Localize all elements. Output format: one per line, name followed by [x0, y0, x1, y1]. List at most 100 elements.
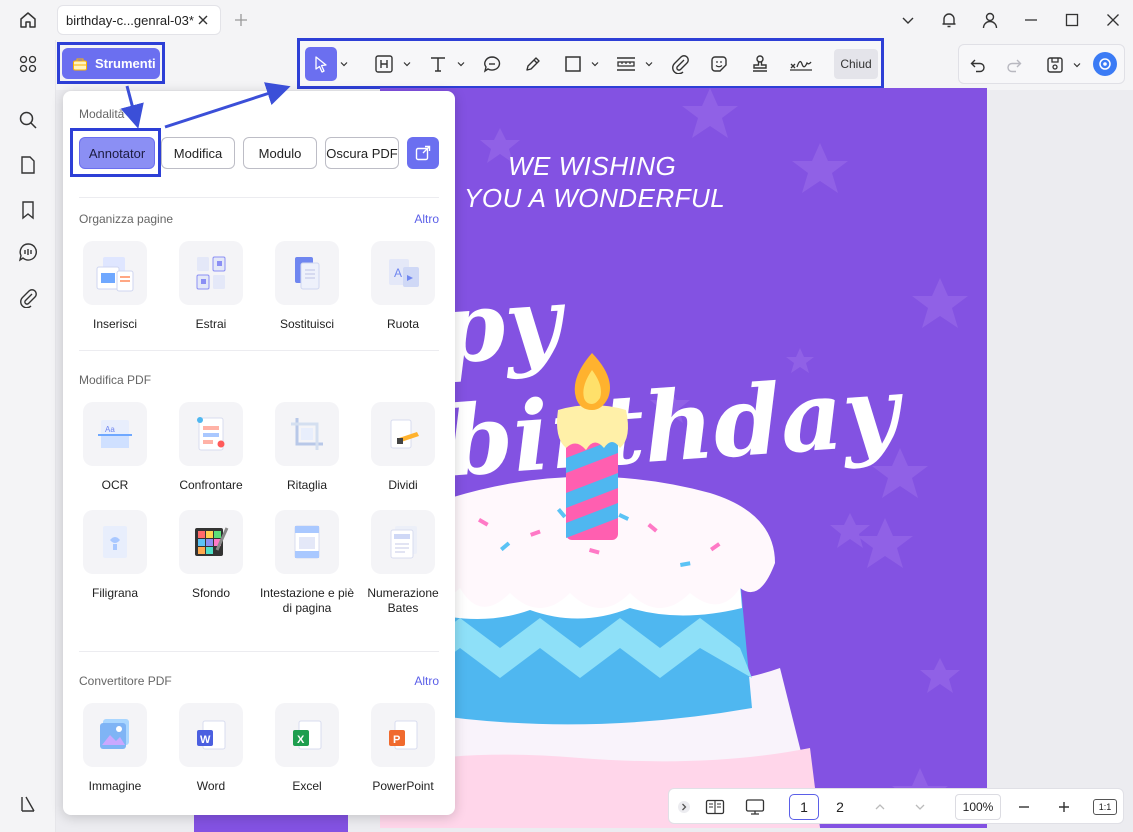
- divider: [79, 350, 439, 351]
- tool-label: Numerazione Bates: [367, 586, 439, 615]
- extract-pages-icon: [196, 256, 226, 290]
- save-icon[interactable]: [1045, 55, 1065, 75]
- tool-sostituisci[interactable]: Sostituisci: [259, 241, 355, 332]
- chevron-down-icon[interactable]: [645, 60, 653, 68]
- page-2-button[interactable]: 2: [825, 794, 855, 820]
- zoom-level[interactable]: 100%: [955, 794, 1001, 820]
- mode-modulo-button[interactable]: Modulo: [243, 137, 317, 169]
- sticker-tool[interactable]: [706, 47, 732, 81]
- tool-label: Confrontare: [179, 478, 243, 492]
- tool-label: Excel: [292, 779, 322, 793]
- comments-icon[interactable]: [14, 238, 42, 266]
- document-tab[interactable]: birthday-c...genral-03*: [57, 5, 221, 35]
- chevron-down-icon[interactable]: [340, 60, 348, 68]
- svg-text:A: A: [394, 266, 402, 280]
- zoom-in-icon[interactable]: [1053, 794, 1075, 820]
- tool-intestazione[interactable]: Intestazione e piè di pagina: [259, 510, 355, 616]
- mode-modifica-button[interactable]: Modifica: [161, 137, 235, 169]
- close-tools-button[interactable]: Chiud: [834, 49, 878, 79]
- chevron-down-icon[interactable]: [457, 60, 465, 68]
- insert-pages-icon: [96, 257, 134, 292]
- stamp-tool[interactable]: [747, 47, 773, 81]
- attachment-icon[interactable]: [14, 284, 42, 312]
- maximize-icon[interactable]: [1051, 0, 1092, 40]
- signature-tool[interactable]: [786, 47, 816, 81]
- next-page-icon[interactable]: [909, 794, 931, 820]
- highlighter-h-icon: [375, 55, 393, 73]
- strumenti-button[interactable]: Strumenti: [62, 48, 160, 79]
- search-icon[interactable]: [14, 106, 42, 134]
- svg-text:Aa: Aa: [105, 425, 115, 434]
- title-bar: birthday-c...genral-03*: [0, 0, 1133, 40]
- tool-label: Word: [196, 779, 226, 793]
- stamp-icon: [753, 55, 767, 72]
- tool-label: PowerPoint: [372, 779, 434, 793]
- expand-nav-button[interactable]: [675, 794, 693, 820]
- speech-bubble-icon: [483, 56, 501, 73]
- chevron-down-icon[interactable]: [403, 60, 411, 68]
- tool-estrai[interactable]: Estrai: [163, 241, 259, 332]
- pencil-tool[interactable]: [520, 47, 546, 81]
- sticker-icon: [711, 56, 727, 72]
- ai-assistant-icon[interactable]: [1093, 52, 1117, 76]
- reading-mode-button[interactable]: [701, 794, 729, 820]
- tool-word[interactable]: W Word: [163, 703, 259, 794]
- highlight-tool[interactable]: [371, 47, 397, 81]
- rectangle-icon: [565, 56, 581, 72]
- tool-ruota[interactable]: A Ruota: [355, 241, 451, 332]
- chevron-down-icon[interactable]: [1073, 61, 1081, 69]
- new-tab-icon[interactable]: [232, 11, 250, 29]
- chevron-down-icon[interactable]: [887, 0, 928, 40]
- actual-size-button[interactable]: 1:1: [1093, 799, 1117, 815]
- mode-oscura-pdf-button[interactable]: Oscura PDF: [325, 137, 399, 169]
- pages-icon[interactable]: [14, 151, 42, 179]
- document-tab-title: birthday-c...genral-03*: [66, 12, 194, 28]
- tool-label: Sfondo: [191, 586, 231, 600]
- page-1-button[interactable]: 1: [789, 794, 819, 820]
- tool-numerazione-bates[interactable]: Numerazione Bates: [355, 510, 451, 616]
- greeting-line-2: YOU A WONDERFUL: [464, 183, 726, 213]
- text-tool[interactable]: [425, 47, 451, 81]
- tool-powerpoint[interactable]: P PowerPoint: [355, 703, 451, 794]
- close-window-icon[interactable]: [1092, 0, 1133, 40]
- chevron-down-icon[interactable]: [591, 60, 599, 68]
- home-icon[interactable]: [10, 6, 46, 34]
- tool-confrontare[interactable]: Confrontare: [163, 402, 259, 493]
- previous-page-icon[interactable]: [869, 794, 891, 820]
- attach-tool[interactable]: [667, 47, 693, 81]
- right-tool-group: [958, 44, 1125, 84]
- signature-icon: [790, 60, 812, 71]
- tool-filigrana[interactable]: Filigrana: [67, 510, 163, 601]
- zoom-out-icon[interactable]: [1013, 794, 1035, 820]
- ruler-icon: [617, 57, 635, 71]
- tool-sfondo[interactable]: Sfondo: [163, 510, 259, 601]
- tool-ritaglia[interactable]: Ritaglia: [259, 402, 355, 493]
- tool-excel[interactable]: X Excel: [259, 703, 355, 794]
- bell-icon[interactable]: [928, 0, 969, 40]
- comment-tool[interactable]: [479, 47, 505, 81]
- presentation-button[interactable]: [741, 794, 769, 820]
- split-icon: [390, 419, 419, 449]
- minimize-icon[interactable]: [1010, 0, 1051, 40]
- tool-label: Ritaglia: [286, 478, 328, 492]
- mode-annotator-button[interactable]: Annotator: [79, 137, 155, 169]
- tool-inserisci[interactable]: Inserisci: [67, 241, 163, 332]
- undo-icon[interactable]: [969, 56, 987, 74]
- shape-tool[interactable]: [560, 47, 586, 81]
- select-tool[interactable]: [305, 47, 337, 81]
- apps-grid-icon[interactable]: [14, 50, 42, 78]
- measure-tool[interactable]: [613, 47, 639, 81]
- close-tab-icon[interactable]: [196, 13, 210, 27]
- user-icon[interactable]: [969, 0, 1010, 40]
- powerpoint-icon: P: [389, 720, 418, 750]
- tool-dividi[interactable]: Dividi: [355, 402, 451, 493]
- redo-icon[interactable]: [1005, 56, 1023, 74]
- sidebar-toggle-icon[interactable]: [14, 790, 42, 818]
- tool-immagine[interactable]: Immagine: [67, 703, 163, 794]
- bookmark-icon[interactable]: [14, 196, 42, 224]
- open-external-button[interactable]: [407, 137, 439, 169]
- tool-ocr[interactable]: Aa OCR: [67, 402, 163, 493]
- convert-more-link[interactable]: Altro: [414, 674, 439, 688]
- tool-label: Ruota: [386, 317, 420, 331]
- organize-more-link[interactable]: Altro: [414, 212, 439, 226]
